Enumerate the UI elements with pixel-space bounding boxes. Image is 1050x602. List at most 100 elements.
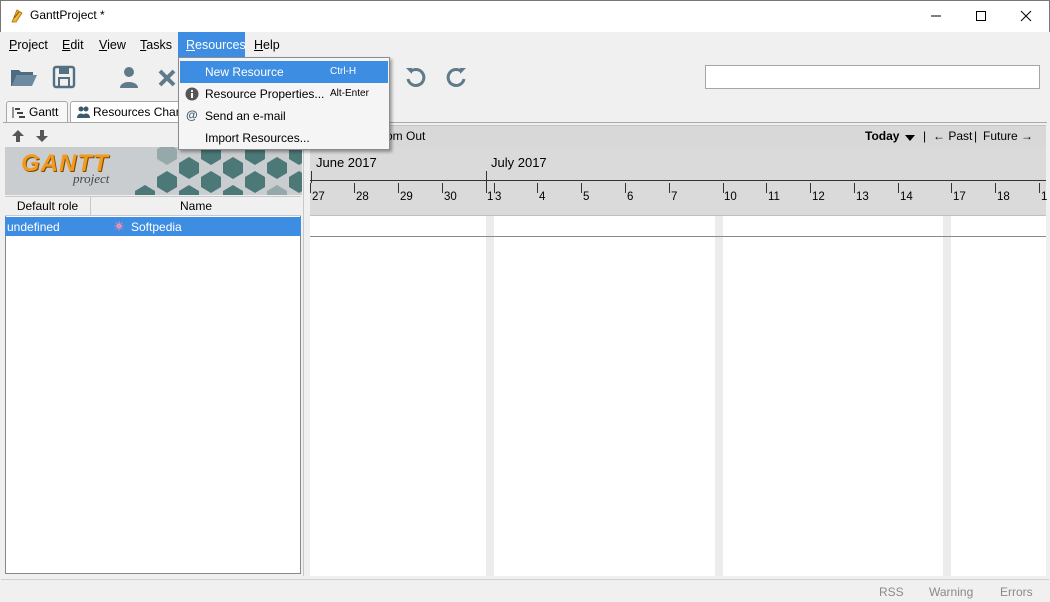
day-label: 29 [400, 191, 413, 203]
menu-view[interactable]: View [91, 32, 134, 58]
day-label: 3 [495, 191, 502, 203]
chevron-down-icon [905, 135, 915, 141]
floppy-disk-icon [52, 65, 76, 89]
day-label: 6 [627, 191, 634, 203]
save-button[interactable] [51, 64, 77, 90]
logo-subtext: project [73, 171, 110, 186]
timeline-header [310, 147, 1046, 216]
day-label: 13 [856, 191, 869, 203]
menu-project[interactable]: Project [1, 32, 56, 58]
timeline-axis [310, 180, 1046, 181]
day-tick [995, 183, 996, 193]
table-row[interactable]: undefined Softpedia [5, 217, 301, 236]
day-label: 11 [768, 191, 780, 203]
month-tick [486, 171, 487, 183]
day-label: 17 [953, 191, 966, 203]
day-tick [442, 183, 443, 193]
maximize-button[interactable] [958, 0, 1004, 31]
menu-item-new-resource[interactable]: New Resource Ctrl-H [180, 61, 388, 83]
menu-tasks[interactable]: Tasks [132, 32, 180, 58]
weekend-column [943, 216, 951, 576]
separator: | [923, 129, 927, 143]
day-label: 27 [312, 191, 325, 203]
pane-splitter[interactable] [303, 124, 309, 576]
search-input[interactable] [705, 65, 1040, 89]
day-label: 10 [724, 191, 737, 203]
day-label: 4 [539, 191, 546, 203]
day-tick [310, 183, 311, 193]
chart-toolbar: Zoom Out Today | ← Past | Future → [310, 125, 1046, 147]
day-tick [537, 183, 538, 193]
folder-open-icon [11, 70, 37, 86]
menu-item-send-email[interactable]: @ Send an e-mail [180, 105, 388, 127]
day-label: 1 [487, 191, 494, 203]
day-tick [898, 183, 899, 193]
today-dropdown-button[interactable] [905, 131, 915, 145]
day-tick [581, 183, 582, 193]
row-role: undefined [7, 220, 60, 234]
day-tick [625, 183, 626, 193]
tab-resources-chart-label: Resources Chart [93, 105, 182, 119]
day-tick [398, 183, 399, 193]
weekend-column [486, 216, 494, 576]
move-down-button[interactable] [35, 129, 49, 146]
chart-body [310, 216, 1046, 576]
minimize-icon [931, 15, 941, 16]
tab-gantt[interactable]: Gantt [6, 101, 68, 122]
title-bar [0, 0, 1050, 32]
menu-item-import-resources[interactable]: Import Resources... [180, 127, 388, 149]
day-tick [951, 183, 952, 193]
future-button[interactable]: Future → [983, 129, 1033, 143]
resource-row-line [310, 236, 1046, 237]
day-label: 5 [583, 191, 590, 203]
day-label: 1 [1041, 191, 1048, 203]
menu-edit[interactable]: Edit [54, 32, 92, 58]
people-icon [76, 105, 90, 122]
delete-toolbar-button[interactable] [156, 64, 178, 90]
resource-properties-toolbar-button[interactable] [117, 64, 143, 90]
tab-gantt-label: Gantt [29, 105, 59, 119]
separator: | [974, 129, 978, 143]
close-icon [1020, 10, 1032, 21]
resource-table-body [5, 216, 301, 574]
month-label-july: July 2017 [491, 155, 547, 170]
column-header-name[interactable]: Name [91, 197, 301, 216]
ganttproject-logo-banner: GANTT project [5, 147, 302, 195]
minimize-button[interactable] [913, 0, 959, 31]
info-icon [185, 87, 199, 101]
menu-help[interactable]: Help [246, 32, 288, 58]
ganttproject-app-icon [9, 8, 25, 24]
day-label: 12 [812, 191, 825, 203]
move-up-button[interactable] [11, 129, 25, 146]
day-tick [766, 183, 767, 193]
day-tick [1039, 183, 1040, 193]
redo-button[interactable] [443, 64, 469, 90]
errors-status-link[interactable]: Errors [1000, 585, 1033, 599]
open-project-button[interactable] [9, 64, 39, 90]
warning-status-link[interactable]: Warning [929, 585, 973, 599]
arrow-up-icon [12, 130, 24, 142]
arrow-down-icon [36, 130, 48, 142]
day-label: 30 [444, 191, 457, 203]
day-label: 7 [671, 191, 678, 203]
month-label-june: June 2017 [316, 155, 377, 170]
at-sign-icon: @ [186, 108, 198, 122]
undo-icon [406, 67, 426, 87]
rss-status-link[interactable]: RSS [879, 585, 904, 599]
column-header-default-role[interactable]: Default role [5, 197, 91, 216]
menu-item-resource-properties[interactable]: Resource Properties... Alt-Enter [180, 83, 388, 105]
day-tick [854, 183, 855, 193]
today-button[interactable]: Today [865, 129, 899, 143]
past-button[interactable]: ← Past [933, 129, 972, 143]
close-button[interactable] [1003, 0, 1049, 31]
person-icon [120, 67, 138, 88]
tab-resources-chart[interactable]: Resources Chart [70, 101, 182, 122]
day-label: 28 [356, 191, 369, 203]
menu-resources[interactable]: Resources [178, 32, 246, 58]
resource-icon [114, 220, 124, 234]
undo-button[interactable] [403, 64, 429, 90]
day-label: 14 [900, 191, 913, 203]
day-tick [669, 183, 670, 193]
window-title: GanttProject * [30, 8, 105, 22]
day-label: 18 [997, 191, 1010, 203]
